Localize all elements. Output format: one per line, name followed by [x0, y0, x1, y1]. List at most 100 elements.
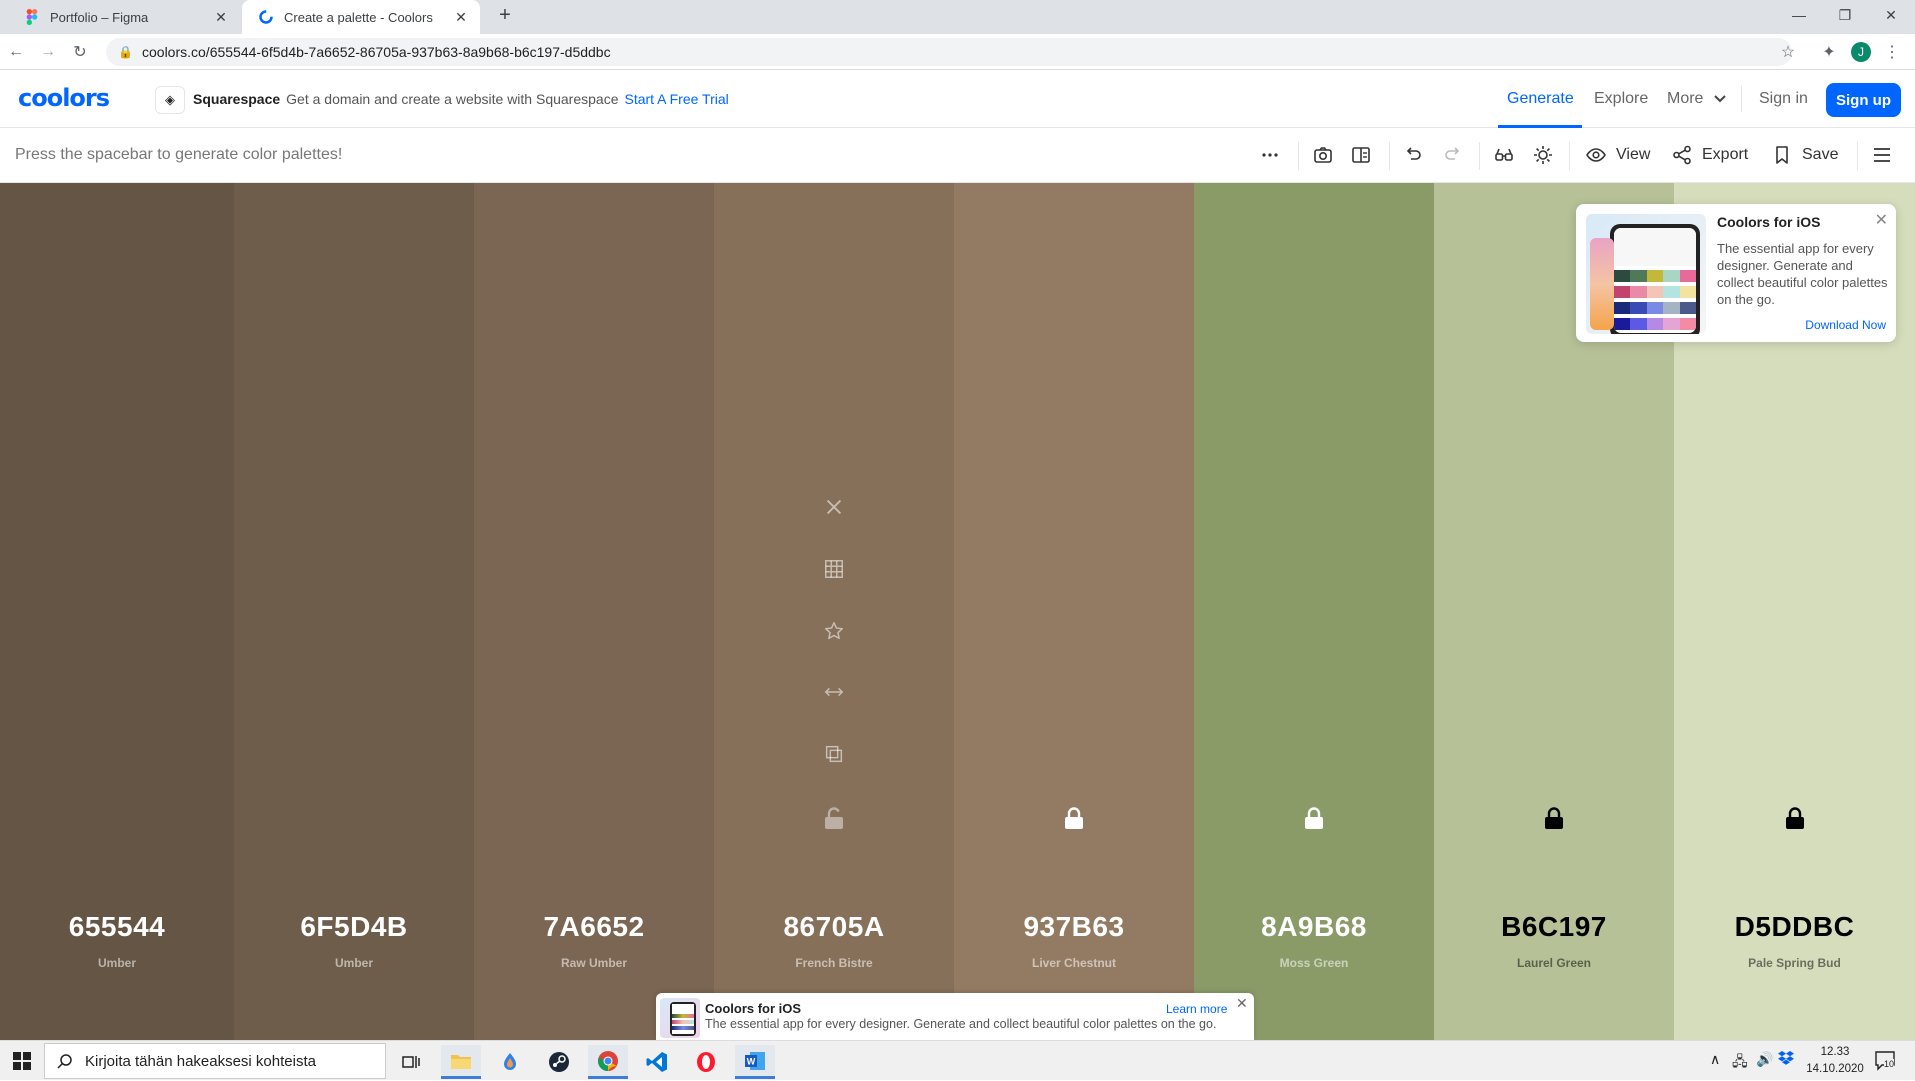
palette-color-column[interactable]: 86705A French Bistre	[714, 183, 954, 1040]
vscode-icon[interactable]	[637, 1045, 677, 1079]
task-view-icon[interactable]	[391, 1045, 431, 1079]
camera-icon[interactable]	[1313, 142, 1333, 168]
palette-color-column[interactable]: 655544 Umber	[0, 183, 234, 1040]
locked-icon[interactable]	[1543, 806, 1565, 830]
sponsor-ad[interactable]: Squarespace Get a domain and create a web…	[193, 91, 729, 107]
dropbox-icon[interactable]	[1778, 1051, 1794, 1068]
download-now-link[interactable]: Download Now	[1805, 318, 1886, 332]
banner-title: Coolors for iOS	[705, 1001, 802, 1016]
sign-in-link[interactable]: Sign in	[1759, 90, 1808, 108]
more-options-icon[interactable]	[1260, 142, 1280, 168]
unlocked-icon[interactable]	[106, 806, 128, 830]
save-button[interactable]: Save	[1772, 142, 1838, 168]
tab-figma[interactable]: Portfolio – Figma ✕	[8, 0, 240, 34]
color-name: Raw Umber	[560, 956, 628, 970]
layout-icon[interactable]	[1351, 142, 1371, 168]
forward-icon[interactable]: →	[36, 40, 60, 64]
color-hex-code[interactable]: 8A9B68	[1194, 911, 1434, 943]
divider	[1298, 142, 1299, 170]
remove-color-icon[interactable]	[822, 495, 846, 519]
export-button[interactable]: Export	[1672, 142, 1748, 168]
notification-center-icon[interactable]: 10	[1874, 1049, 1896, 1074]
profile-avatar[interactable]: J	[1849, 40, 1873, 64]
palette-color-column[interactable]: 937B63 Liver Chestnut	[954, 183, 1194, 1040]
drag-arrows-icon[interactable]	[822, 680, 846, 704]
paint-app-icon[interactable]	[490, 1045, 530, 1079]
back-icon[interactable]: ←	[4, 40, 28, 64]
new-tab-button[interactable]: +	[490, 0, 520, 30]
clock-time: 12.33	[1820, 1046, 1850, 1058]
color-hex-code[interactable]: 937B63	[954, 911, 1194, 943]
color-hex-code[interactable]: 655544	[0, 911, 234, 943]
color-hex-code[interactable]: 6F5D4B	[234, 911, 474, 943]
learn-more-link[interactable]: Learn more	[1166, 1002, 1227, 1016]
undo-icon[interactable]	[1403, 142, 1423, 168]
close-tab-icon[interactable]: ✕	[212, 8, 230, 26]
palette-toolbar: Press the spacebar to generate color pal…	[0, 128, 1915, 183]
palette-color-column[interactable]: 6F5D4B Umber	[234, 183, 474, 1040]
tab-coolors[interactable]: Create a palette - Coolors ✕	[242, 0, 480, 34]
divider	[1479, 142, 1480, 170]
color-hex-code[interactable]: B6C197	[1434, 911, 1674, 943]
tab-title: Portfolio – Figma	[50, 9, 149, 25]
figma-icon	[24, 9, 40, 25]
address-bar[interactable]: 🔒 coolors.co/655544-6f5d4b-7a6652-86705a…	[106, 38, 1792, 66]
windows-start-icon[interactable]	[0, 1041, 44, 1081]
redo-icon[interactable]	[1443, 142, 1463, 168]
extensions-icon[interactable]: ✦	[1817, 40, 1841, 64]
view-button[interactable]: View	[1586, 142, 1650, 168]
taskbar-search-input[interactable]: Kirjoita tähän hakeaksesi kohteista	[44, 1043, 386, 1079]
palette-color-column[interactable]: 8A9B68 Moss Green	[1194, 183, 1434, 1040]
unlocked-icon[interactable]	[343, 806, 365, 830]
color-hex-code[interactable]: 7A6652	[474, 911, 714, 943]
network-icon[interactable]: 🖧	[1732, 1051, 1748, 1075]
coolors-logo[interactable]: coolors	[18, 84, 110, 112]
minimize-icon[interactable]: —	[1776, 0, 1822, 30]
banner-description: The essential app for every designer. Ge…	[705, 1017, 1217, 1031]
favorite-star-icon[interactable]	[822, 619, 846, 643]
url-text: coolors.co/655544-6f5d4b-7a6652-86705a-9…	[142, 44, 611, 60]
sponsor-text: Get a domain and create a website with S…	[286, 91, 619, 107]
unlocked-icon[interactable]	[583, 806, 605, 830]
reload-icon[interactable]: ↻	[68, 40, 92, 64]
locked-icon[interactable]	[1063, 806, 1085, 830]
ios-card-description: The essential app for every designer. Ge…	[1717, 241, 1888, 307]
opera-icon[interactable]	[686, 1045, 726, 1079]
volume-icon[interactable]: 🔊	[1756, 1051, 1773, 1068]
brightness-icon[interactable]	[1533, 142, 1553, 168]
locked-icon[interactable]	[1303, 806, 1325, 830]
close-icon[interactable]: ✕	[1875, 210, 1888, 230]
file-explorer-icon[interactable]	[441, 1045, 481, 1079]
search-placeholder: Kirjoita tähän hakeaksesi kohteista	[85, 1052, 316, 1070]
copy-hex-icon[interactable]	[822, 742, 846, 766]
show-hidden-icons[interactable]: ∧	[1710, 1051, 1720, 1068]
close-tab-icon[interactable]: ✕	[452, 8, 470, 26]
ios-card-title: Coolors for iOS	[1717, 214, 1821, 230]
nav-more[interactable]: More	[1667, 90, 1726, 108]
color-hex-code[interactable]: D5DDBC	[1674, 911, 1915, 943]
word-icon[interactable]: W	[735, 1045, 775, 1079]
color-hex-code[interactable]: 86705A	[714, 911, 954, 943]
tab-title: Create a palette - Coolors	[284, 9, 433, 25]
hamburger-menu-icon[interactable]	[1872, 142, 1892, 168]
close-window-icon[interactable]: ✕	[1868, 0, 1914, 30]
chrome-icon[interactable]	[588, 1045, 628, 1079]
color-name: Liver Chestnut	[1031, 956, 1116, 970]
browser-menu-icon[interactable]: ⋮	[1880, 40, 1904, 64]
nav-generate[interactable]: Generate	[1507, 90, 1574, 108]
palette-color-column[interactable]: 7A6652 Raw Umber	[474, 183, 714, 1040]
unlocked-icon[interactable]	[823, 806, 845, 830]
close-icon[interactable]: ✕	[1236, 995, 1248, 1012]
locked-icon[interactable]	[1784, 806, 1806, 830]
nav-explore[interactable]: Explore	[1594, 90, 1648, 108]
export-label: Export	[1702, 146, 1749, 163]
bookmark-star-icon[interactable]: ☆	[1776, 40, 1800, 64]
glasses-icon[interactable]	[1494, 142, 1514, 168]
sponsor-link[interactable]: Start A Free Trial	[624, 91, 728, 107]
shades-grid-icon[interactable]	[822, 557, 846, 581]
sign-up-button[interactable]: Sign up	[1826, 83, 1901, 117]
restore-icon[interactable]: ❐	[1822, 0, 1868, 30]
steam-icon[interactable]	[539, 1045, 579, 1079]
lock-icon: 🔒	[118, 45, 133, 59]
system-clock[interactable]: 12.33 14.10.2020	[1795, 1044, 1875, 1078]
